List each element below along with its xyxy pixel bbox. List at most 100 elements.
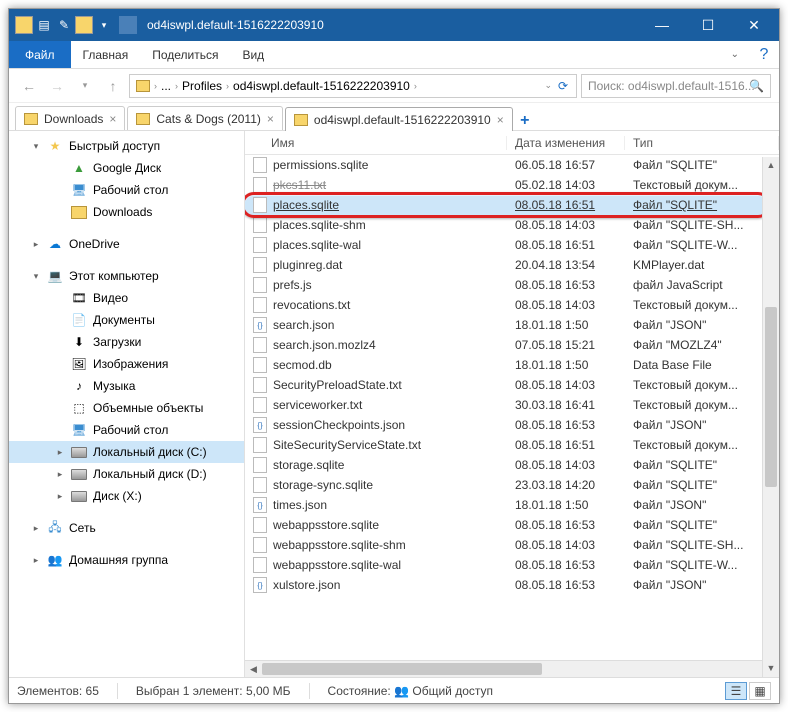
close-tab-icon[interactable]: × (267, 112, 274, 126)
minimize-button[interactable]: — (639, 9, 685, 41)
tree-node[interactable]: Downloads (9, 201, 244, 223)
ribbon-file-tab[interactable]: Файл (9, 41, 71, 68)
tree-twisty-icon[interactable]: ▾ (31, 271, 41, 282)
close-tab-icon[interactable]: × (109, 112, 116, 126)
tree-node[interactable]: ♪Музыка (9, 375, 244, 397)
scroll-up-icon[interactable]: ▲ (763, 157, 779, 174)
tree-twisty-icon[interactable]: ▸ (55, 469, 65, 480)
file-row[interactable]: webappsstore.sqlite-wal08.05.18 16:53Фай… (245, 555, 779, 575)
file-row[interactable]: SecurityPreloadState.txt08.05.18 14:03Те… (245, 375, 779, 395)
view-details-icon[interactable]: ☰ (725, 682, 747, 700)
close-tab-icon[interactable]: × (497, 113, 504, 127)
file-row[interactable]: storage-sync.sqlite23.03.18 14:20Файл "S… (245, 475, 779, 495)
scroll-left-icon[interactable]: ◀ (245, 664, 262, 675)
tree-twisty-icon[interactable]: ▸ (55, 447, 65, 458)
file-name: places.sqlite-wal (273, 238, 361, 252)
file-row[interactable]: pluginreg.dat20.04.18 13:54KMPlayer.dat (245, 255, 779, 275)
file-row[interactable]: revocations.txt08.05.18 14:03Текстовый д… (245, 295, 779, 315)
folder-icon (294, 114, 308, 126)
vertical-scrollbar[interactable]: ▲ ▼ (762, 157, 779, 677)
tree-node[interactable]: 🎞Видео (9, 287, 244, 309)
tree-twisty-icon[interactable]: ▸ (31, 555, 41, 566)
folder-tab[interactable]: Downloads × (15, 106, 125, 130)
file-row[interactable]: places.sqlite-wal08.05.18 16:51Файл "SQL… (245, 235, 779, 255)
column-type[interactable]: Тип (625, 136, 779, 150)
folder-tab[interactable]: od4iswpl.default-1516222203910× (285, 107, 513, 131)
tree-node[interactable]: 🖥Рабочий стол (9, 179, 244, 201)
file-row[interactable]: SiteSecurityServiceState.txt08.05.18 16:… (245, 435, 779, 455)
navigation-pane[interactable]: ▾★Быстрый доступ▲Google Диск🖥Рабочий сто… (9, 131, 245, 677)
breadcrumb-current[interactable]: od4iswpl.default-1516222203910 (229, 79, 414, 93)
status-sel-size: 5,00 МБ (246, 684, 291, 698)
file-row[interactable]: search.json.mozlz407.05.18 15:21Файл "MO… (245, 335, 779, 355)
help-icon[interactable]: ? (749, 46, 779, 64)
qat-properties-icon[interactable]: ▤ (35, 16, 53, 34)
tree-label: Загрузки (93, 335, 141, 349)
qat-customize-icon[interactable]: ▾ (95, 16, 113, 34)
file-row[interactable]: permissions.sqlite06.05.18 16:57Файл "SQ… (245, 155, 779, 175)
tree-node[interactable]: ▸Локальный диск (D:) (9, 463, 244, 485)
history-dropdown-icon[interactable]: ⌄ (544, 80, 552, 91)
folder-tab[interactable]: Cats & Dogs (2011)× (127, 106, 283, 130)
file-row[interactable]: xulstore.json08.05.18 16:53Файл "JSON" (245, 575, 779, 595)
address-bar[interactable]: › ... › Profiles › od4iswpl.default-1516… (129, 74, 577, 98)
tree-node[interactable]: ▸👥Домашняя группа (9, 549, 244, 571)
qat-newfolder-icon[interactable]: ✎ (55, 16, 73, 34)
maximize-button[interactable]: ☐ (685, 9, 731, 41)
file-name: places.sqlite (273, 198, 339, 212)
new-tab-button[interactable]: + (515, 112, 535, 130)
recent-locations-icon[interactable]: ▾ (73, 74, 97, 98)
file-row[interactable]: webappsstore.sqlite-shm08.05.18 14:03Фай… (245, 535, 779, 555)
tree-node[interactable]: ▲Google Диск (9, 157, 244, 179)
horizontal-scrollbar[interactable]: ◀ ▶ (245, 660, 779, 677)
file-row[interactable]: places.sqlite-shm08.05.18 14:03Файл "SQL… (245, 215, 779, 235)
file-row[interactable]: search.json18.01.18 1:50Файл "JSON" (245, 315, 779, 335)
file-row[interactable]: prefs.js08.05.18 16:53файл JavaScript (245, 275, 779, 295)
scroll-thumb[interactable] (765, 307, 777, 487)
tree-node[interactable]: ▸Локальный диск (C:) (9, 441, 244, 463)
tree-node[interactable]: ▸Диск (X:) (9, 485, 244, 507)
tree-node[interactable]: ⬇Загрузки (9, 331, 244, 353)
file-row[interactable]: secmod.db18.01.18 1:50Data Base File (245, 355, 779, 375)
forward-button[interactable]: → (45, 74, 69, 98)
file-row[interactable]: sessionCheckpoints.json08.05.18 16:53Фай… (245, 415, 779, 435)
close-button[interactable]: ✕ (731, 9, 777, 41)
tree-node[interactable]: 🖼Изображения (9, 353, 244, 375)
tree-twisty-icon[interactable]: ▾ (31, 141, 41, 152)
view-icons-icon[interactable]: ▦ (749, 682, 771, 700)
file-row[interactable]: webappsstore.sqlite08.05.18 16:53Файл "S… (245, 515, 779, 535)
tree-twisty-icon[interactable]: ▸ (31, 239, 41, 250)
up-button[interactable]: ↑ (101, 74, 125, 98)
file-date: 06.05.18 16:57 (507, 158, 625, 172)
column-date[interactable]: Дата изменения (507, 136, 625, 150)
tree-twisty-icon[interactable]: ▸ (31, 523, 41, 534)
scroll-down-icon[interactable]: ▼ (763, 660, 779, 677)
hscroll-thumb[interactable] (262, 663, 542, 675)
breadcrumb-profiles[interactable]: Profiles (178, 79, 226, 93)
ribbon-tab-share[interactable]: Поделиться (140, 41, 230, 68)
tree-node[interactable]: ⬚Объемные объекты (9, 397, 244, 419)
back-button[interactable]: ← (17, 74, 41, 98)
search-icon[interactable]: 🔍 (749, 79, 764, 93)
tree-node[interactable]: 🖥Рабочий стол (9, 419, 244, 441)
file-row[interactable]: places.sqlite08.05.18 16:51Файл "SQLITE" (245, 195, 779, 215)
file-row[interactable]: times.json18.01.18 1:50Файл "JSON" (245, 495, 779, 515)
column-name[interactable]: Имя (245, 136, 507, 150)
search-input[interactable]: Поиск: od4iswpl.default-1516... 🔍 (581, 74, 771, 98)
file-row[interactable]: serviceworker.txt30.03.18 16:41Текстовый… (245, 395, 779, 415)
refresh-icon[interactable]: ⟳ (552, 79, 574, 93)
file-row[interactable]: storage.sqlite08.05.18 14:03Файл "SQLITE… (245, 455, 779, 475)
tree-node[interactable]: ▸☁OneDrive (9, 233, 244, 255)
tab-label: Downloads (44, 112, 103, 126)
ribbon-expand-icon[interactable]: ⌄ (721, 49, 749, 60)
ribbon-tab-home[interactable]: Главная (71, 41, 141, 68)
ribbon-tab-view[interactable]: Вид (230, 41, 276, 68)
file-row[interactable]: pkcs11.txt05.02.18 14:03Текстовый докум.… (245, 175, 779, 195)
tree-node[interactable]: ▾💻Этот компьютер (9, 265, 244, 287)
tree-node[interactable]: 📄Документы (9, 309, 244, 331)
tree-twisty-icon[interactable]: ▸ (55, 491, 65, 502)
qat-folder-icon[interactable] (75, 16, 93, 34)
tree-node[interactable]: ▾★Быстрый доступ (9, 135, 244, 157)
tree-node[interactable]: ▸🖧Сеть (9, 517, 244, 539)
file-date: 20.04.18 13:54 (507, 258, 625, 272)
